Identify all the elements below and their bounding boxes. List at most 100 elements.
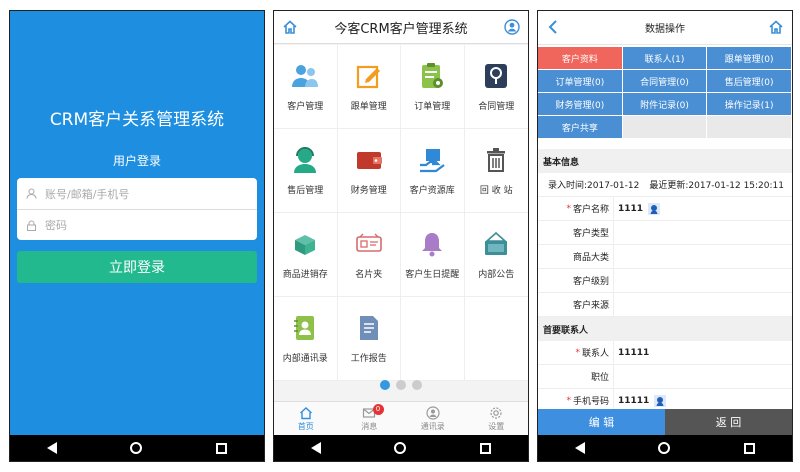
pager-dot[interactable] xyxy=(396,380,406,390)
nav-recent-icon[interactable] xyxy=(216,442,228,454)
module-label: 内部公告 xyxy=(478,270,515,280)
phone-login: CRM客户关系管理系统 用户登录 账号/邮箱/手机号 密码 立即登录 xyxy=(9,10,265,462)
field-label: * 客户名称 xyxy=(538,197,614,220)
module-birthday[interactable]: 客户生日提醒 xyxy=(401,213,465,297)
login-button[interactable]: 立即登录 xyxy=(17,251,257,283)
login-screen: CRM客户关系管理系统 用户登录 账号/邮箱/手机号 密码 立即登录 xyxy=(10,11,264,435)
module-notice[interactable]: 内部公告 xyxy=(464,213,528,297)
module-report[interactable]: 工作报告 xyxy=(337,297,401,381)
module-label: 内部通讯录 xyxy=(282,354,328,364)
report-icon xyxy=(354,313,384,343)
module-contract[interactable]: 合同管理 xyxy=(464,45,528,129)
app-header: 今客CRM客户管理系统 xyxy=(274,11,528,44)
tab-label: 消息 xyxy=(361,421,378,431)
tab-label: 通讯录 xyxy=(420,421,445,431)
tab-customer-info[interactable]: 客户资料 xyxy=(538,47,623,70)
tab-home[interactable]: 首页 xyxy=(274,402,338,435)
qq-icon[interactable] xyxy=(654,394,667,407)
phone-ops: 数据操作 客户资料 联系人(1) 跟单管理(0) 订单管理(0) 合同管理(0)… xyxy=(537,10,793,462)
field-value: 1111 xyxy=(614,202,661,215)
contacts-icon xyxy=(426,405,440,420)
field-position: 职位 xyxy=(538,365,792,389)
nav-back-icon[interactable] xyxy=(574,442,585,454)
ops-tab-grid: 客户资料 联系人(1) 跟单管理(0) 订单管理(0) 合同管理(0) 售后管理… xyxy=(538,47,792,139)
module-customer[interactable]: 客户管理 xyxy=(274,45,338,129)
order-icon xyxy=(417,61,447,91)
module-label: 财务管理 xyxy=(350,186,387,196)
module-label: 跟单管理 xyxy=(350,102,387,112)
edit-button[interactable]: 编 辑 xyxy=(538,409,665,435)
bell-icon xyxy=(417,229,447,259)
nav-back-icon[interactable] xyxy=(310,442,321,454)
tab-follow[interactable]: 跟单管理(0) xyxy=(707,47,792,70)
required-mark: * xyxy=(575,347,580,358)
contract-icon xyxy=(481,61,511,91)
settings-icon xyxy=(490,406,502,419)
wallet-icon xyxy=(354,145,384,175)
field-label: 商品大类 xyxy=(538,245,614,268)
lock-icon xyxy=(27,220,36,231)
pager-dot-active[interactable] xyxy=(380,380,390,390)
home-icon[interactable] xyxy=(768,19,784,35)
user-icon xyxy=(26,188,37,199)
pager-dot[interactable] xyxy=(412,380,422,390)
module-resource[interactable]: 客户资源库 xyxy=(401,129,465,213)
back-button[interactable]: 返 回 xyxy=(665,409,792,435)
field-customer-level: 客户级别 xyxy=(538,269,792,293)
card-icon xyxy=(354,229,384,259)
field-value: 11111 xyxy=(614,394,667,407)
password-input[interactable]: 密码 xyxy=(17,209,257,240)
module-label: 商品进销存 xyxy=(282,270,328,280)
android-navbar xyxy=(274,435,528,461)
tab-finance[interactable]: 财务管理(0) xyxy=(538,93,623,116)
module-finance[interactable]: 财务管理 xyxy=(337,129,401,213)
module-aftersale[interactable]: 售后管理 xyxy=(274,129,338,213)
nav-home-icon[interactable] xyxy=(658,442,671,454)
tab-empty xyxy=(707,116,792,139)
nav-home-icon[interactable] xyxy=(130,442,143,454)
username-input[interactable]: 账号/邮箱/手机号 xyxy=(17,178,257,209)
tab-contacts[interactable]: 通讯录 xyxy=(401,402,465,435)
tab-op-log[interactable]: 操作记录(1) xyxy=(707,93,792,116)
qq-icon[interactable] xyxy=(648,202,661,215)
tab-share[interactable]: 客户共享 xyxy=(538,116,623,139)
phone-app: 今客CRM客户管理系统 客户管理 跟单管理 订单管理 合同管理 售后管理 财务管… xyxy=(273,10,529,462)
field-customer-type: 客户类型 xyxy=(538,221,792,245)
nav-recent-icon[interactable] xyxy=(744,442,756,454)
nav-home-icon[interactable] xyxy=(394,442,407,454)
home-icon[interactable] xyxy=(282,19,298,35)
tab-orders[interactable]: 订单管理(0) xyxy=(538,70,623,93)
field-contact-name: * 联系人 11111 xyxy=(538,341,792,365)
module-order[interactable]: 订单管理 xyxy=(401,45,465,129)
field-value: 11111 xyxy=(618,347,650,358)
trash-icon xyxy=(481,145,511,175)
nav-recent-icon[interactable] xyxy=(480,442,492,454)
field-customer-source: 客户来源 xyxy=(538,293,792,317)
tab-aftersale[interactable]: 售后管理(0) xyxy=(707,70,792,93)
field-label: * 联系人 xyxy=(538,341,614,364)
back-arrow-icon[interactable] xyxy=(548,20,558,34)
message-badge: 0 xyxy=(372,404,384,415)
tab-attachments[interactable]: 附件记录(0) xyxy=(622,93,708,116)
module-recycle[interactable]: 回 收 站 xyxy=(464,129,528,213)
module-label: 订单管理 xyxy=(414,102,451,112)
module-follow[interactable]: 跟单管理 xyxy=(337,45,401,129)
module-cardholder[interactable]: 名片夹 xyxy=(337,213,401,297)
profile-icon[interactable] xyxy=(504,19,520,35)
tab-messages[interactable]: 0 消息 xyxy=(338,402,402,435)
module-label: 回 收 站 xyxy=(479,186,513,196)
nav-back-icon[interactable] xyxy=(46,442,57,454)
tab-contacts[interactable]: 联系人(1) xyxy=(622,47,708,70)
login-form: 账号/邮箱/手机号 密码 xyxy=(17,178,257,240)
module-inventory[interactable]: 商品进销存 xyxy=(274,213,338,297)
username-placeholder: 账号/邮箱/手机号 xyxy=(45,187,130,201)
module-label: 售后管理 xyxy=(287,186,324,196)
module-grid: 客户管理 跟单管理 订单管理 合同管理 售后管理 财务管理 客户资源库 回 收 … xyxy=(274,45,528,381)
tab-contracts[interactable]: 合同管理(0) xyxy=(622,70,708,93)
section-primary-contact: 首要联系人 xyxy=(538,317,792,341)
app-title: 今客CRM客户管理系统 xyxy=(334,21,468,37)
module-addressbook[interactable]: 内部通讯录 xyxy=(274,297,338,381)
field-label: 客户级别 xyxy=(538,269,614,292)
box-icon xyxy=(290,229,320,259)
tab-settings[interactable]: 设置 xyxy=(465,402,529,435)
